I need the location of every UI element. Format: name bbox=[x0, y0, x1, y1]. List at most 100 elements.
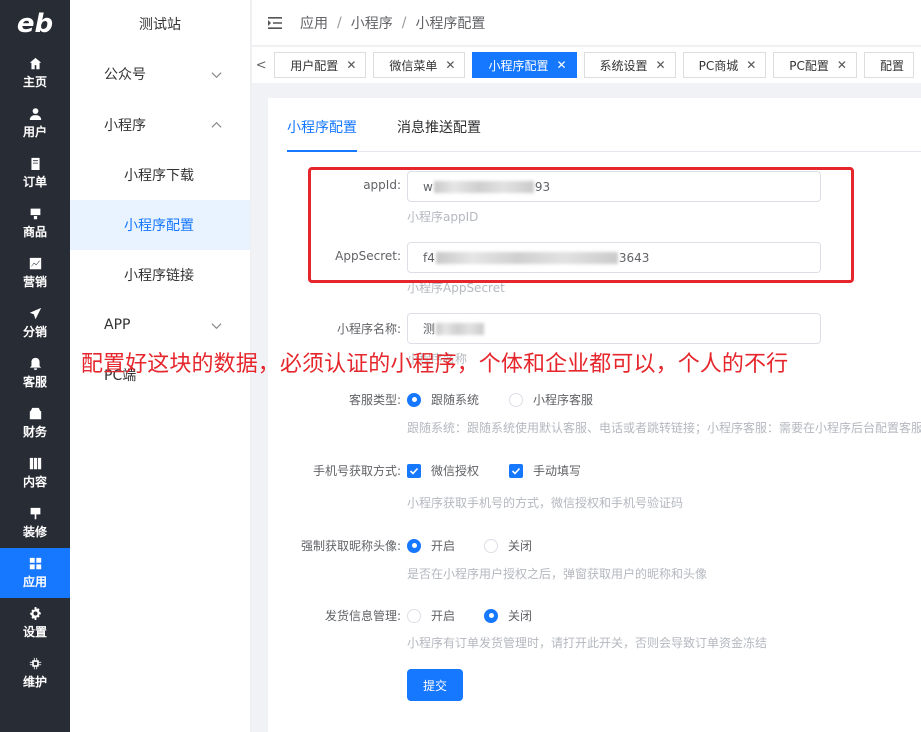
tag-label: 用户配置 bbox=[290, 58, 339, 73]
rail-item-distribution[interactable]: 分销 bbox=[0, 298, 70, 348]
avatar-radio-off[interactable]: 关闭 bbox=[484, 537, 532, 554]
close-icon[interactable]: ✕ bbox=[746, 58, 756, 72]
close-icon[interactable]: ✕ bbox=[556, 58, 566, 72]
tags-bar: < 用户配置 ✕ 微信菜单 ✕ 小程序配置 ✕ 系统设置 ✕ PC商城 ✕ PC配置 ✕ 配… bbox=[252, 47, 921, 83]
radio-dot bbox=[484, 538, 498, 553]
breadcrumb-item[interactable]: 应用 bbox=[300, 13, 328, 33]
rail-item-apps[interactable]: 应用 bbox=[0, 548, 70, 598]
phone-check-wechat[interactable]: 微信授权 bbox=[407, 462, 479, 479]
tag-pc-mall[interactable]: PC商城 ✕ bbox=[682, 52, 767, 78]
menu-item-link[interactable]: 小程序链接 bbox=[70, 250, 250, 300]
breadcrumb-item[interactable]: 小程序 bbox=[351, 13, 393, 33]
rail-item-maintain[interactable]: 维护 bbox=[0, 648, 70, 698]
rail-item-goods[interactable]: 商品 bbox=[0, 198, 70, 248]
menu-group-wechat[interactable]: 公众号 bbox=[70, 48, 250, 100]
checkbox bbox=[509, 463, 523, 478]
rail-item-content[interactable]: 内容 bbox=[0, 448, 70, 498]
submit-button[interactable]: 提交 bbox=[407, 669, 463, 701]
tab-message-push[interactable]: 消息推送配置 bbox=[397, 117, 481, 137]
rail-label: 主页 bbox=[22, 74, 47, 89]
radio-label: 开启 bbox=[431, 609, 456, 623]
chevron-down-icon bbox=[211, 71, 222, 78]
appsecret-value-start: f4 bbox=[423, 250, 435, 265]
rail-label: 营销 bbox=[22, 274, 47, 289]
breadcrumb-current: 小程序配置 bbox=[415, 15, 486, 32]
tag-user-config[interactable]: 用户配置 ✕ bbox=[274, 52, 367, 78]
tag-label: PC配置 bbox=[789, 58, 829, 73]
masked-value bbox=[436, 322, 485, 335]
masked-value bbox=[433, 180, 534, 193]
menu-item-download[interactable]: 小程序下载 bbox=[70, 150, 250, 200]
tag-system-settings[interactable]: 系统设置 ✕ bbox=[583, 52, 676, 78]
close-icon[interactable]: ✕ bbox=[445, 58, 455, 72]
brush-icon bbox=[28, 507, 42, 521]
rail-label: 应用 bbox=[22, 574, 47, 589]
close-icon[interactable]: ✕ bbox=[346, 58, 356, 72]
close-icon[interactable]: ✕ bbox=[837, 58, 847, 72]
service-radio-miniprogram[interactable]: 小程序客服 bbox=[509, 391, 593, 408]
rail-item-decorate[interactable]: 装修 bbox=[0, 498, 70, 548]
chip-icon bbox=[28, 657, 42, 671]
grid-icon bbox=[28, 557, 42, 571]
breadcrumb-separator: / bbox=[401, 14, 407, 31]
home-icon bbox=[28, 57, 42, 71]
radio-label: 小程序客服 bbox=[533, 393, 594, 407]
name-input[interactable]: 测 bbox=[407, 313, 821, 344]
radio-dot bbox=[484, 608, 498, 623]
checkbox bbox=[407, 463, 421, 478]
user-icon bbox=[28, 107, 42, 121]
check-icon bbox=[511, 467, 521, 475]
checkbox-label: 手动填写 bbox=[533, 464, 582, 478]
rail-item-marketing[interactable]: 营销 bbox=[0, 248, 70, 298]
rail-label: 订单 bbox=[22, 174, 47, 189]
menu-group-miniprogram[interactable]: 小程序 bbox=[70, 100, 250, 150]
tags-prev-button[interactable]: < bbox=[252, 58, 270, 73]
service-radio-system[interactable]: 跟随系统 bbox=[407, 391, 479, 408]
order-icon bbox=[28, 157, 42, 171]
appid-input[interactable]: w 93 bbox=[407, 171, 821, 202]
service-type-label: 客服类型: bbox=[348, 393, 401, 407]
content-icon bbox=[28, 457, 42, 471]
appsecret-hint: 小程序AppSecret bbox=[407, 281, 505, 295]
rail-label: 客服 bbox=[22, 374, 47, 389]
shipping-radio-off[interactable]: 关闭 bbox=[484, 607, 532, 624]
menu-group-app[interactable]: APP bbox=[70, 300, 250, 350]
menu-group-label: 小程序 bbox=[104, 118, 146, 134]
radio-label: 开启 bbox=[431, 539, 456, 553]
appid-label: appId: bbox=[363, 178, 401, 192]
chevron-up-icon bbox=[211, 121, 222, 128]
marketing-icon bbox=[28, 257, 42, 271]
radio-label: 关闭 bbox=[508, 539, 533, 553]
rail-label: 设置 bbox=[22, 624, 47, 639]
menu-item-config[interactable]: 小程序配置 bbox=[70, 200, 250, 250]
rail-item-home[interactable]: 主页 bbox=[0, 48, 70, 98]
menu-fold-icon[interactable] bbox=[268, 16, 282, 29]
tag-config[interactable]: 配置 bbox=[863, 52, 914, 78]
rail-item-finance[interactable]: 财务 bbox=[0, 398, 70, 448]
appid-value-end: 93 bbox=[534, 179, 551, 194]
avatar-radio-on[interactable]: 开启 bbox=[407, 537, 455, 554]
tab-miniprogram-config[interactable]: 小程序配置 bbox=[287, 117, 357, 137]
tag-wechat-menu[interactable]: 微信菜单 ✕ bbox=[373, 52, 466, 78]
tag-pc-config[interactable]: PC配置 ✕ bbox=[773, 52, 857, 78]
phone-check-manual[interactable]: 手动填写 bbox=[509, 462, 581, 479]
rail-item-service[interactable]: 客服 bbox=[0, 348, 70, 398]
rail-item-order[interactable]: 订单 bbox=[0, 148, 70, 198]
chevron-down-icon bbox=[211, 322, 222, 329]
rail-item-settings[interactable]: 设置 bbox=[0, 598, 70, 648]
tag-label: 小程序配置 bbox=[488, 58, 549, 73]
masked-value bbox=[435, 251, 618, 264]
tag-miniprogram-config[interactable]: 小程序配置 ✕ bbox=[472, 52, 577, 78]
close-icon[interactable]: ✕ bbox=[656, 58, 666, 72]
appsecret-input[interactable]: f4 3643 bbox=[407, 242, 821, 273]
appsecret-label: AppSecret: bbox=[335, 249, 401, 263]
rail-label: 商品 bbox=[22, 224, 47, 239]
phone-method-hint: 小程序获取手机号的方式，微信授权和手机号验证码 bbox=[407, 496, 684, 510]
appid-hint: 小程序appID bbox=[407, 210, 479, 224]
name-value-start: 测 bbox=[423, 322, 436, 336]
shipping-radio-on[interactable]: 开启 bbox=[407, 607, 455, 624]
rail-label: 财务 bbox=[22, 424, 47, 439]
annotation-text: 配置好这块的数据，必须认证的小程序，个体和企业都可以，个人的不行 bbox=[81, 352, 789, 377]
rail-item-user[interactable]: 用户 bbox=[0, 98, 70, 148]
icon-rail: eb 主页 用户 订单 商品 营销 分销 客服 财务 内容 装修 应用 设置 维… bbox=[0, 0, 70, 732]
